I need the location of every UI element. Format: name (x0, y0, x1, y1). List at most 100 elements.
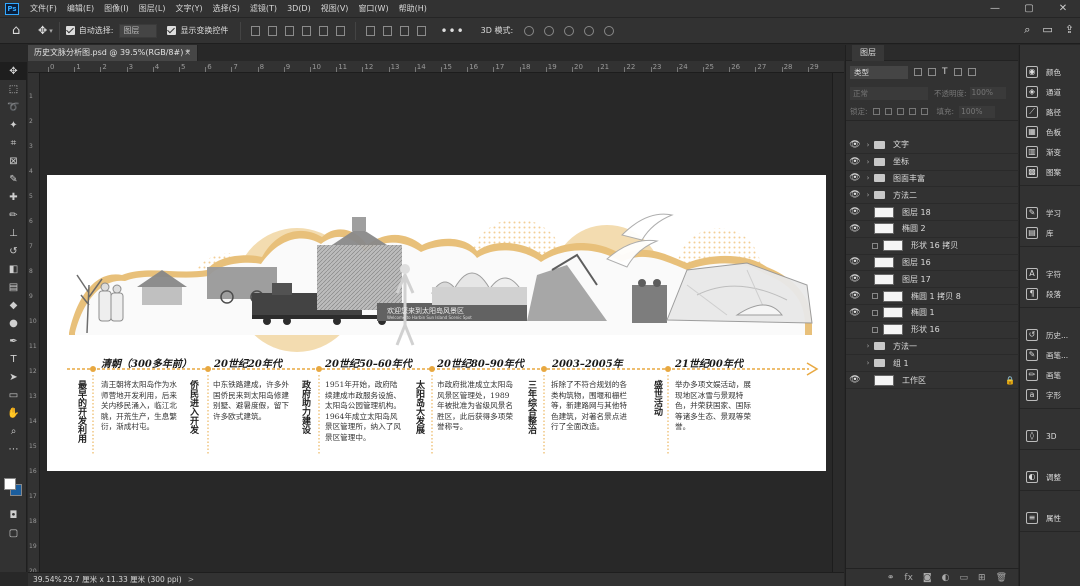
dock-item[interactable]: ✎ 画笔... (1020, 345, 1080, 365)
visibility-eye-icon[interactable]: 👁 (846, 375, 864, 385)
3d-orbit-icon[interactable] (524, 25, 535, 36)
canvas-area[interactable]: 欢迎您来到太阳岛风景区 Welcome to Harbin Sun Island… (40, 73, 832, 572)
expand-group-icon[interactable]: › (864, 342, 872, 350)
zoom-tool[interactable]: ⌕ (0, 422, 27, 440)
menu-select[interactable]: 选择(S) (208, 0, 245, 17)
menu-layer[interactable]: 图层(L) (134, 0, 171, 17)
layer-row[interactable]: 👁 › 文字 (846, 137, 1019, 154)
visibility-eye-icon[interactable]: 👁 (846, 241, 864, 251)
new-layer-icon[interactable]: ⊞ (978, 573, 986, 583)
layer-row[interactable]: 👁› 方法一 (846, 339, 1019, 356)
minimize-icon[interactable]: — (978, 0, 1012, 17)
dock-item[interactable]: ✎ 学习 (1020, 203, 1080, 223)
distribute-4-icon[interactable] (417, 25, 427, 36)
auto-select-checkbox[interactable] (65, 26, 75, 35)
layer-row[interactable]: 👁› 组 1 (846, 355, 1019, 373)
document-tab[interactable]: 历史文脉分析图.psd @ 39.5%(RGB/8#) * × (28, 45, 198, 61)
3d-pan-icon[interactable] (564, 25, 575, 36)
dock-item[interactable]: ◈ 通道 (1020, 82, 1080, 102)
layer-row[interactable]: 👁 工作区 🔒 (846, 372, 1019, 389)
type-tool[interactable]: T (0, 350, 27, 368)
layer-row[interactable]: 👁 图层 18 (846, 204, 1019, 221)
more-options-icon[interactable]: ••• (440, 24, 464, 38)
add-mask-icon[interactable]: ◙ (923, 573, 932, 583)
layer-row[interactable]: 👁 图层 17 (846, 271, 1019, 289)
menu-window[interactable]: 窗口(W) (353, 0, 393, 17)
workspace-icon[interactable]: ▭ (1042, 23, 1052, 37)
auto-select-dropdown[interactable]: 图层 (119, 23, 158, 38)
blend-mode-dropdown[interactable]: 正常 (850, 86, 928, 100)
align-right-icon[interactable] (285, 25, 295, 36)
visibility-eye-icon[interactable]: 👁 (846, 325, 864, 335)
dock-item[interactable]: ≡ 属性 (1020, 508, 1080, 528)
lasso-tool[interactable]: ➰ (0, 98, 27, 116)
visibility-eye-icon[interactable]: 👁 (846, 308, 864, 318)
layer-row[interactable]: 👁 › 方法二 (846, 187, 1019, 205)
home-icon[interactable]: ⌂ (12, 23, 28, 38)
brush-tool[interactable]: ✏ (0, 206, 27, 224)
dock-item[interactable]: ◊ 3D (1020, 426, 1080, 446)
layer-row[interactable]: 👁 › 坐标 (846, 154, 1019, 171)
search-icon[interactable]: ⌕ (1024, 23, 1030, 37)
dock-item[interactable]: ◐ 调整 (1020, 467, 1080, 487)
dock-item[interactable]: ▤ 库 (1020, 223, 1080, 243)
visibility-eye-icon[interactable]: 👁 (846, 274, 864, 284)
dock-item[interactable]: ▦ 色板 (1020, 122, 1080, 142)
frame-tool[interactable]: ⊠ (0, 152, 27, 170)
expand-group-icon[interactable]: › (864, 359, 872, 367)
gradient-tool[interactable]: ▤ (0, 278, 27, 296)
dock-item[interactable]: ◉ 颜色 (1020, 62, 1080, 82)
menu-image[interactable]: 图像(I) (99, 0, 134, 17)
layer-row[interactable]: 👁 椭圆 1 拷贝 8 (846, 288, 1019, 305)
hand-tool[interactable]: ✋ (0, 404, 27, 422)
move-tool[interactable]: ✥ (0, 62, 27, 80)
layer-style-icon[interactable]: fx (904, 573, 913, 583)
screen-mode-icon[interactable]: ▢ (0, 524, 27, 542)
more-tools-icon[interactable]: ⋯ (0, 440, 27, 458)
distribute-1-icon[interactable] (366, 25, 376, 36)
dock-item[interactable]: ✏ 画笔 (1020, 365, 1080, 385)
opacity-input[interactable]: 100% (969, 87, 1006, 99)
menu-edit[interactable]: 编辑(E) (62, 0, 99, 17)
eraser-tool[interactable]: ◧ (0, 260, 27, 278)
lock-all-icon[interactable] (920, 108, 928, 115)
expand-group-icon[interactable]: › (864, 174, 872, 182)
adjustment-layer-icon[interactable]: ◐ (942, 573, 950, 583)
stamp-tool[interactable]: ⊥ (0, 224, 27, 242)
distribute-3-icon[interactable] (400, 25, 410, 36)
delete-layer-icon[interactable]: 🗑 (996, 573, 1007, 583)
dock-item[interactable]: ▥ 渐变 (1020, 142, 1080, 162)
layer-filter-dropdown[interactable]: 类型 (850, 65, 908, 79)
new-group-icon[interactable]: ▭ (960, 573, 969, 583)
align-middle-icon[interactable] (319, 25, 329, 36)
menu-filter[interactable]: 滤镜(T) (245, 0, 282, 17)
filter-type-icon[interactable]: T (942, 67, 948, 77)
share-icon[interactable]: ⇪ (1065, 23, 1074, 37)
visibility-eye-icon[interactable]: 👁 (846, 291, 864, 301)
visibility-eye-icon[interactable]: 👁 (846, 190, 864, 200)
layer-row[interactable]: 👁 › 图面丰富 (846, 171, 1019, 188)
layer-row[interactable]: 👁 形状 16 (846, 322, 1019, 339)
menu-view[interactable]: 视图(V) (316, 0, 354, 17)
menu-3d[interactable]: 3D(D) (282, 0, 316, 17)
blur-tool[interactable]: ◆ (0, 296, 27, 314)
layer-row[interactable]: 👁 形状 16 拷贝 (846, 238, 1019, 255)
dodge-tool[interactable]: ● (0, 314, 27, 332)
dock-item[interactable]: A 字符 (1020, 264, 1080, 284)
chevron-down-icon[interactable]: ▾ (49, 27, 53, 35)
expand-group-icon[interactable]: › (864, 141, 872, 149)
expand-group-icon[interactable]: › (864, 158, 872, 166)
filter-smart-icon[interactable] (967, 68, 976, 76)
quick-mask-icon[interactable]: ◘ (0, 506, 27, 524)
align-bottom-icon[interactable] (336, 25, 346, 36)
visibility-eye-icon[interactable]: 👁 (846, 173, 864, 183)
visibility-eye-icon[interactable]: 👁 (846, 358, 864, 368)
expand-group-icon[interactable]: › (864, 191, 872, 199)
visibility-eye-icon[interactable]: 👁 (846, 257, 864, 267)
magic-wand-tool[interactable]: ✦ (0, 116, 27, 134)
layer-row[interactable]: 👁 图层 16 (846, 255, 1019, 272)
fill-input[interactable]: 100% (959, 105, 996, 118)
layer-row[interactable]: 👁 椭圆 2 (846, 221, 1019, 238)
filter-adjust-icon[interactable] (928, 68, 936, 76)
lock-artboard-icon[interactable] (908, 108, 916, 115)
